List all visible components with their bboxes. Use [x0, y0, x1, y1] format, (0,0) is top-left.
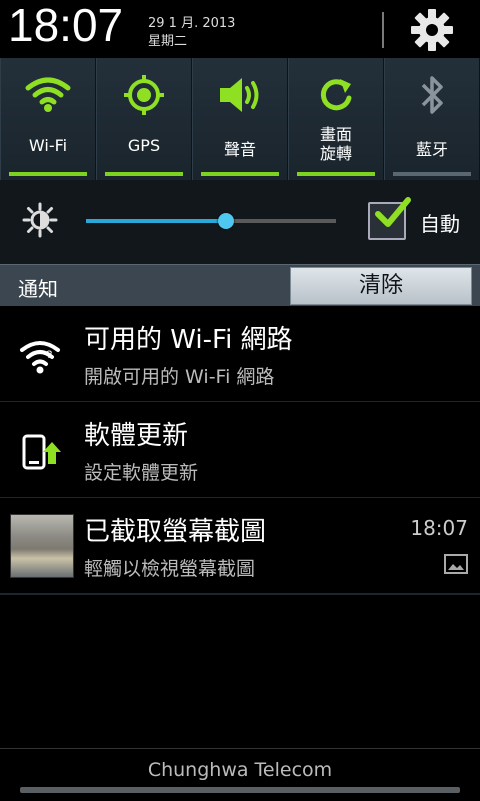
notification-item-software-update[interactable]: 軟體更新 設定軟體更新	[0, 402, 480, 499]
notification-subtitle: 開啟可用的 Wi-Fi 網路	[84, 366, 275, 388]
toggle-indicator-wifi	[9, 172, 87, 176]
rotation-label-line2: 旋轉	[319, 144, 352, 163]
brightness-icon	[22, 202, 58, 238]
gps-icon	[124, 75, 164, 115]
notification-title: 可用的 Wi-Fi 網路	[84, 325, 293, 355]
brightness-slider[interactable]	[86, 213, 336, 229]
notification-subtitle: 設定軟體更新	[84, 462, 199, 484]
notification-subtitle: 輕觸以檢視螢幕截圖	[84, 558, 256, 580]
notification-title: 已截取螢幕截圖	[84, 517, 267, 547]
quick-settings-panel: Wi-Fi GPS 聲音 畫面 旋轉 藍牙	[0, 58, 480, 180]
software-update-icon	[22, 434, 61, 470]
toggle-indicator-gps	[105, 172, 183, 176]
toggle-bluetooth[interactable]: 藍牙	[384, 58, 480, 180]
toggle-label-sound: 聲音	[223, 140, 256, 159]
clock-time: 18:07	[8, 0, 124, 51]
toggle-indicator-bluetooth	[393, 172, 471, 176]
notifications-title: 通知	[18, 277, 58, 301]
notification-time: 18:07	[410, 516, 468, 540]
screenshot-thumbnail	[10, 514, 74, 578]
toggle-indicator-rotation	[297, 172, 375, 176]
notifications-header: 通知 清除	[0, 264, 480, 307]
toggle-label-gps: GPS	[127, 136, 161, 155]
status-header: 18:07 29 1 月. 2013 星期二	[0, 0, 480, 58]
clear-button[interactable]: 清除	[290, 267, 472, 305]
drag-handle[interactable]	[20, 787, 460, 793]
header-divider	[382, 12, 384, 48]
notification-title: 軟體更新	[84, 421, 189, 451]
notification-item-screenshot[interactable]: 已截取螢幕截圖 輕觸以檢視螢幕截圖 18:07	[0, 498, 480, 595]
toggle-indicator-sound	[201, 172, 279, 176]
carrier-bar: Chunghwa Telecom	[0, 748, 480, 801]
weekday-line: 星期二	[148, 34, 188, 49]
brightness-slider-thumb[interactable]	[218, 213, 234, 229]
wifi-notification-icon: ?	[20, 341, 60, 374]
rotate-icon	[320, 79, 352, 111]
toggle-label-wifi: Wi-Fi	[28, 136, 68, 155]
auto-brightness-label: 自動	[420, 212, 460, 236]
rotation-label-line1: 畫面	[319, 125, 352, 144]
checkmark-icon	[375, 197, 411, 227]
date-line: 29 1 月. 2013	[148, 16, 236, 31]
notification-item-wifi[interactable]: ? 可用的 Wi-Fi 網路 開啟可用的 Wi-Fi 網路	[0, 306, 480, 403]
toggle-label-rotation: 畫面 旋轉	[289, 125, 383, 163]
bluetooth-icon	[421, 76, 443, 114]
toggle-label-bluetooth: 藍牙	[415, 140, 448, 159]
sound-icon	[220, 78, 259, 112]
carrier-name: Chunghwa Telecom	[147, 759, 333, 781]
image-icon	[444, 554, 468, 574]
toggle-gps[interactable]: GPS	[96, 58, 192, 180]
toggle-rotation[interactable]: 畫面 旋轉	[288, 58, 384, 180]
toggle-sound[interactable]: 聲音	[192, 58, 288, 180]
wifi-icon	[25, 77, 71, 112]
svg-text:?: ?	[46, 349, 52, 361]
brightness-slider-fill	[86, 219, 226, 223]
toggle-wifi[interactable]: Wi-Fi	[0, 58, 96, 180]
gear-icon[interactable]	[408, 6, 456, 54]
